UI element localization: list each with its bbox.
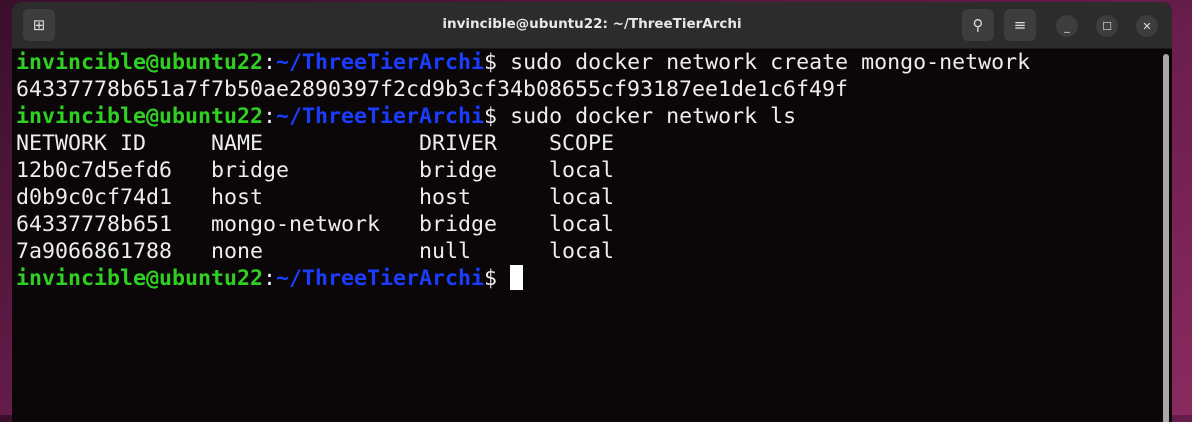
search-icon: ⚲ (972, 16, 984, 34)
table-row: 12b0c7d5efd6 bridge bridge local (16, 158, 615, 183)
prompt-dollar: $ (484, 104, 511, 129)
close-icon: ✕ (1142, 19, 1152, 33)
command-text: sudo docker network create mongo-network (510, 50, 1031, 75)
terminal-window: ⊞ invincible@ubuntu22: ~/ThreeTierArchi … (12, 2, 1172, 422)
command-line-1: invincible@ubuntu22:~/ThreeTierArchi$ su… (16, 49, 1030, 76)
window-title: invincible@ubuntu22: ~/ThreeTierArchi (442, 16, 742, 32)
prompt-user: invincible@ubuntu22 (16, 104, 264, 129)
prompt-path: ~/ThreeTierArchi (276, 104, 485, 129)
maximize-button[interactable]: ☐ (1096, 15, 1118, 37)
title-bar: ⊞ invincible@ubuntu22: ~/ThreeTierArchi … (12, 2, 1172, 49)
prompt-sep: : (263, 266, 277, 291)
minimize-button[interactable]: _ (1056, 15, 1078, 37)
scrollbar[interactable] (1163, 54, 1169, 422)
hamburger-menu-icon: ≡ (1013, 16, 1027, 34)
network-hash: 64337778b651a7f7b50ae2890397f2cd9b3cf34b… (16, 77, 849, 102)
menu-button[interactable]: ≡ (1004, 9, 1036, 41)
prompt-dollar: $ (484, 266, 511, 291)
maximize-icon: ☐ (1102, 19, 1112, 33)
table-header: NETWORK ID NAME DRIVER SCOPE (16, 131, 615, 156)
minimize-icon: _ (1064, 19, 1070, 33)
prompt-path: ~/ThreeTierArchi (276, 50, 485, 75)
table-row: 7a9066861788 none null local (16, 239, 615, 264)
prompt-dollar: $ (484, 50, 511, 75)
close-button[interactable]: ✕ (1136, 15, 1158, 37)
search-button[interactable]: ⚲ (962, 9, 994, 41)
prompt-path: ~/ThreeTierArchi (276, 266, 485, 291)
command-text: sudo docker network ls (510, 104, 797, 129)
terminal-output[interactable]: invincible@ubuntu22:~/ThreeTierArchi$ su… (16, 49, 1030, 292)
command-line-2: invincible@ubuntu22:~/ThreeTierArchi$ su… (16, 103, 1030, 130)
text-cursor (510, 265, 524, 290)
table-row: d0b9c0cf74d1 host host local (16, 185, 615, 210)
command-line-current[interactable]: invincible@ubuntu22:~/ThreeTierArchi$ (16, 265, 1030, 292)
prompt-sep: : (263, 104, 277, 129)
prompt-user: invincible@ubuntu22 (16, 266, 264, 291)
prompt-sep: : (263, 50, 277, 75)
prompt-user: invincible@ubuntu22 (16, 50, 264, 75)
table-row: 64337778b651 mongo-network bridge local (16, 212, 615, 237)
